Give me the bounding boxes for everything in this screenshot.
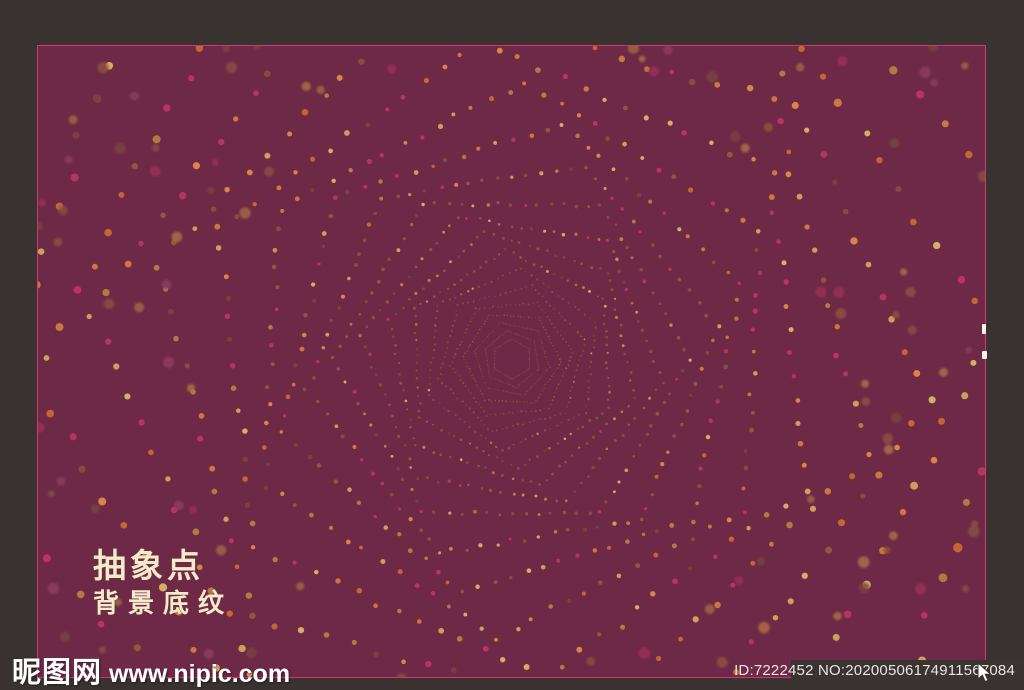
- design-canvas: 抽象点 背景底纹: [37, 45, 986, 678]
- selection-handle[interactable]: [982, 324, 986, 334]
- selection-handle[interactable]: [982, 351, 987, 359]
- artwork-title: 抽象点: [93, 546, 204, 585]
- nipic-logo: 昵图网: [12, 655, 103, 689]
- mouse-cursor-icon: [977, 662, 992, 683]
- image-id-text: ID:7222452 NO:20200506174911567084: [734, 662, 1015, 679]
- artwork-subtitle: 背景底纹: [93, 588, 234, 618]
- nipic-watermark: 昵图网 www.nipic.com: [12, 649, 290, 690]
- artwork-title-block: 抽象点 背景底纹: [93, 549, 233, 616]
- nipic-site-url: www.nipic.com: [109, 660, 291, 688]
- artwork-preview: 抽象点 背景底纹 昵图网 www.nipic.com ID:7222452 NO…: [0, 0, 1024, 690]
